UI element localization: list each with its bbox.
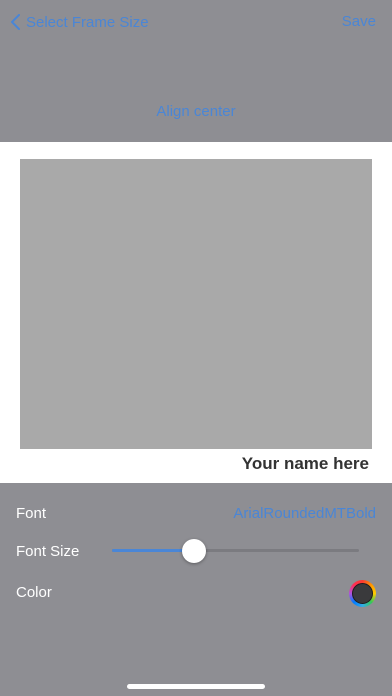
caption-text[interactable]: Your name here <box>242 454 369 474</box>
frame-canvas: Your name here <box>0 142 392 483</box>
font-size-label: Font Size <box>16 543 80 560</box>
font-label: Font <box>16 505 47 522</box>
photo-placeholder[interactable] <box>20 159 372 449</box>
chevron-left-icon <box>11 14 20 30</box>
home-indicator <box>127 684 265 689</box>
save-button[interactable]: Save <box>342 13 376 30</box>
slider-thumb[interactable] <box>181 539 206 563</box>
settings-panel: Font ArialRoundedMTBold Font Size Color <box>0 483 392 696</box>
color-wheel-icon[interactable] <box>349 580 376 607</box>
font-size-slider[interactable] <box>112 539 359 563</box>
back-button[interactable]: Select Frame Size <box>10 10 149 34</box>
align-center-button[interactable]: Align center <box>0 103 392 120</box>
color-label: Color <box>16 584 52 601</box>
back-button-label: Select Frame Size <box>26 13 149 31</box>
font-picker[interactable]: ArialRoundedMTBold <box>233 505 376 522</box>
selected-color <box>352 583 373 604</box>
top-bar: Select Frame Size Save Align center <box>0 0 392 142</box>
